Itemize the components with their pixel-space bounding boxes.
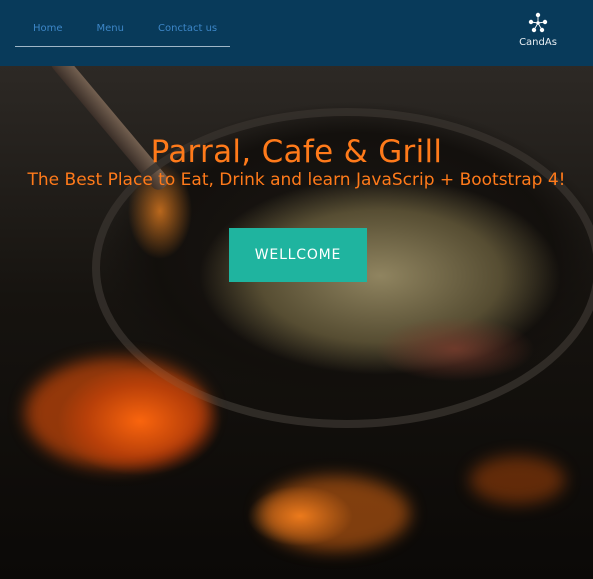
fire-glow-left	[25, 358, 210, 468]
fire-glow-bottom	[260, 476, 410, 551]
molecule-logo-icon	[528, 12, 548, 33]
fire-glow-right	[470, 456, 565, 504]
nav-link-menu[interactable]: Menu	[97, 18, 124, 34]
top-navbar: Home Menu Conctact us CandAs	[0, 0, 593, 66]
hero-title: Parral, Cafe & Grill	[150, 133, 443, 170]
hero-subtitle: The Best Place to Eat, Drink and learn J…	[27, 170, 566, 190]
nav-link-contact[interactable]: Conctact us	[158, 18, 217, 34]
main-navigation: Home Menu Conctact us	[15, 18, 230, 47]
brand-name: CandAs	[519, 37, 557, 48]
nav-link-home[interactable]: Home	[33, 18, 63, 34]
brand-logo[interactable]: CandAs	[517, 10, 559, 54]
welcome-button[interactable]: WELLCOME	[229, 228, 367, 282]
hero-section: Parral, Cafe & Grill The Best Place to E…	[0, 66, 593, 579]
landing-page: Home Menu Conctact us CandAs Parral, Caf…	[0, 0, 593, 579]
